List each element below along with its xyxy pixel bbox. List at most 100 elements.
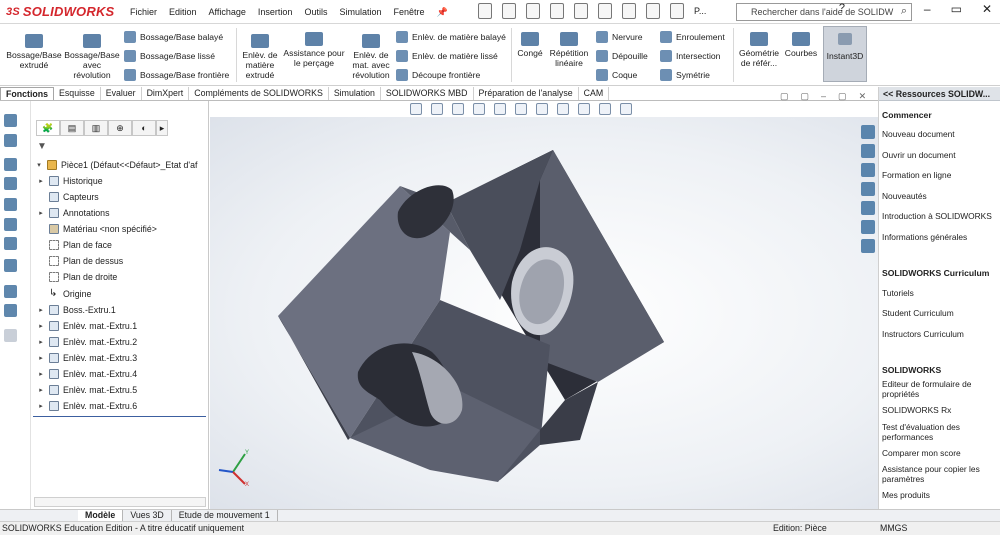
select-icon[interactable] xyxy=(598,3,612,19)
view-settings-icon[interactable] xyxy=(620,103,632,115)
design-library-icon[interactable] xyxy=(861,144,875,158)
tab-motion-study[interactable]: Etude de mouvement 1 xyxy=(172,510,278,521)
boss-extrude-button[interactable]: Bossage/Base extrudé xyxy=(4,34,64,70)
expand-arrow[interactable]: ▸ xyxy=(37,370,45,378)
tree-item[interactable]: Capteurs xyxy=(37,190,99,204)
link-whats-new[interactable]: Nouveautés xyxy=(882,191,1000,201)
link-student-curriculum[interactable]: Student Curriculum xyxy=(882,308,1000,318)
link-intro-solidworks[interactable]: Introduction à SOLIDWORKS xyxy=(882,211,1000,221)
tree-item[interactable]: ▸ Enlèv. mat.-Extru.5 xyxy=(37,383,137,397)
viewport-minimize-icon[interactable]: – xyxy=(821,91,826,102)
link-copy-settings[interactable]: Assistance pour copier les paramètres xyxy=(882,464,1000,484)
expand-arrow[interactable]: ▾ xyxy=(35,161,43,169)
tree-horizontal-scrollbar[interactable] xyxy=(34,497,206,507)
help-search-input[interactable]: Rechercher dans l'aide de SOLIDW ⌕ xyxy=(736,3,912,21)
link-instructors-curriculum[interactable]: Instructors Curriculum xyxy=(882,329,1000,339)
property-manager-tab-icon[interactable]: ▤ xyxy=(60,120,84,136)
trim-tool-icon[interactable] xyxy=(4,259,17,272)
tab-evaluer[interactable]: Evaluer xyxy=(101,87,142,100)
tree-item[interactable]: ↳ Origine xyxy=(37,287,91,301)
expand-arrow[interactable]: ▸ xyxy=(37,322,45,330)
sketch-tool-icon[interactable] xyxy=(4,114,17,127)
status-units[interactable]: MMGS xyxy=(880,522,907,535)
save-icon[interactable] xyxy=(526,3,540,19)
link-my-products[interactable]: Mes produits xyxy=(882,490,1000,500)
expand-arrow[interactable]: ▸ xyxy=(37,354,45,362)
menu-outils[interactable]: Outils xyxy=(304,7,327,17)
print-icon[interactable] xyxy=(550,3,564,19)
lofted-cut-button[interactable]: Enlèv. de matière lissé xyxy=(396,50,498,62)
expand-arrow[interactable]: ▸ xyxy=(37,306,45,314)
filter-icon[interactable]: ▼ xyxy=(37,141,47,152)
instant2d-icon[interactable] xyxy=(4,329,17,342)
expand-arrow[interactable]: ▸ xyxy=(37,177,45,185)
link-online-training[interactable]: Formation en ligne xyxy=(882,170,1000,180)
tree-item[interactable]: ▸ Annotations xyxy=(37,206,109,220)
tab-simulation[interactable]: Simulation xyxy=(329,87,381,100)
previous-view-icon[interactable] xyxy=(452,103,464,115)
pin-icon[interactable]: 📌 xyxy=(437,7,448,18)
swept-boss-button[interactable]: Bossage/Base balayé xyxy=(124,31,223,43)
expand-arrow[interactable]: ▸ xyxy=(37,209,45,217)
tree-item[interactable]: ▸ Enlèv. mat.-Extru.2 xyxy=(37,335,137,349)
link-performance-test[interactable]: Test d'évaluation des performances xyxy=(882,422,1000,442)
tree-item[interactable]: ▸ Boss.-Extru.1 xyxy=(37,303,116,317)
link-solidworks-rx[interactable]: SOLIDWORKS Rx xyxy=(882,405,1000,415)
fillet-button[interactable]: Congé xyxy=(514,32,546,58)
wrap-button[interactable]: Enroulement xyxy=(660,31,725,43)
task-pane-header[interactable]: << Ressources SOLIDW... xyxy=(879,87,1000,101)
viewport-close-icon[interactable]: ✕ xyxy=(859,91,867,102)
boundary-cut-button[interactable]: Découpe frontière xyxy=(396,69,480,81)
link-general-info[interactable]: Informations générales xyxy=(882,232,1000,242)
display-style-icon[interactable] xyxy=(536,103,548,115)
draft-button[interactable]: Dépouille xyxy=(596,50,648,62)
maximize-icon[interactable]: ▭ xyxy=(951,2,962,16)
graphics-area[interactable] xyxy=(210,117,878,510)
loft-boss-button[interactable]: Bossage/Base lissé xyxy=(124,50,215,62)
tab-dimxpert[interactable]: DimXpert xyxy=(142,87,190,100)
dimxpert-manager-tab-icon[interactable]: ⊕ xyxy=(108,120,132,136)
tab-cam[interactable]: CAM xyxy=(579,87,610,100)
tab-preparation-analyse[interactable]: Préparation de l'analyse xyxy=(474,87,579,100)
expand-arrow[interactable]: ▸ xyxy=(37,338,45,346)
feature-manager-tab-icon[interactable]: 🧩 xyxy=(36,120,60,136)
circle-tool-icon[interactable] xyxy=(4,198,17,211)
spline-tool-icon[interactable] xyxy=(4,285,17,298)
rectangle-tool-icon[interactable] xyxy=(4,177,17,190)
search-icon[interactable]: ⌕ xyxy=(901,5,907,18)
minimize-icon[interactable]: – xyxy=(924,2,931,16)
solidworks-logo[interactable]: 3S SOLIDWORKS xyxy=(6,4,114,19)
hide-show-items-icon[interactable] xyxy=(557,103,569,115)
menu-fenetre[interactable]: Fenêtre xyxy=(394,7,425,17)
open-document-icon[interactable] xyxy=(502,3,516,19)
line-tool-icon[interactable] xyxy=(4,158,17,171)
edit-appearance-icon[interactable] xyxy=(578,103,590,115)
tree-root-part[interactable]: ▾ Pièce1 (Défaut<<Défaut>_Etat d'af xyxy=(35,158,197,172)
file-properties-icon[interactable] xyxy=(646,3,660,19)
help-question-icon[interactable]: ? xyxy=(839,2,845,14)
curves-button[interactable]: Courbes xyxy=(784,32,818,58)
link-new-document[interactable]: Nouveau document xyxy=(882,129,1000,139)
boundary-boss-button[interactable]: Bossage/Base frontière xyxy=(124,69,229,81)
link-tutorials[interactable]: Tutoriels xyxy=(882,288,1000,298)
menu-fichier[interactable]: Fichier xyxy=(130,7,157,17)
view-palette-icon[interactable] xyxy=(861,182,875,196)
menu-insertion[interactable]: Insertion xyxy=(258,7,293,17)
split-view-icon[interactable]: ▢ xyxy=(780,91,789,102)
swept-cut-button[interactable]: Enlèv. de matière balayé xyxy=(396,31,506,43)
custom-properties-icon[interactable] xyxy=(861,220,875,234)
viewport-maximize-icon[interactable]: ▢ xyxy=(838,91,847,102)
polygon-tool-icon[interactable] xyxy=(4,237,17,250)
dynamic-annotation-icon[interactable] xyxy=(494,103,506,115)
tree-item[interactable]: ▸ Enlèv. mat.-Extru.3 xyxy=(37,351,137,365)
undo-icon[interactable] xyxy=(574,3,588,19)
new-document-icon[interactable] xyxy=(478,3,492,19)
menu-affichage[interactable]: Affichage xyxy=(209,7,246,17)
restore-view-icon[interactable]: ▢ xyxy=(801,91,810,102)
tab-modele[interactable]: Modèle xyxy=(78,510,124,521)
tree-item[interactable]: ▸ Historique xyxy=(37,174,103,188)
configuration-manager-tab-icon[interactable]: ▥ xyxy=(84,120,108,136)
tab-solidworks-mbd[interactable]: SOLIDWORKS MBD xyxy=(381,87,474,100)
instant3d-button[interactable]: Instant3D xyxy=(823,26,867,82)
tree-item[interactable]: Plan de droite xyxy=(37,270,117,284)
